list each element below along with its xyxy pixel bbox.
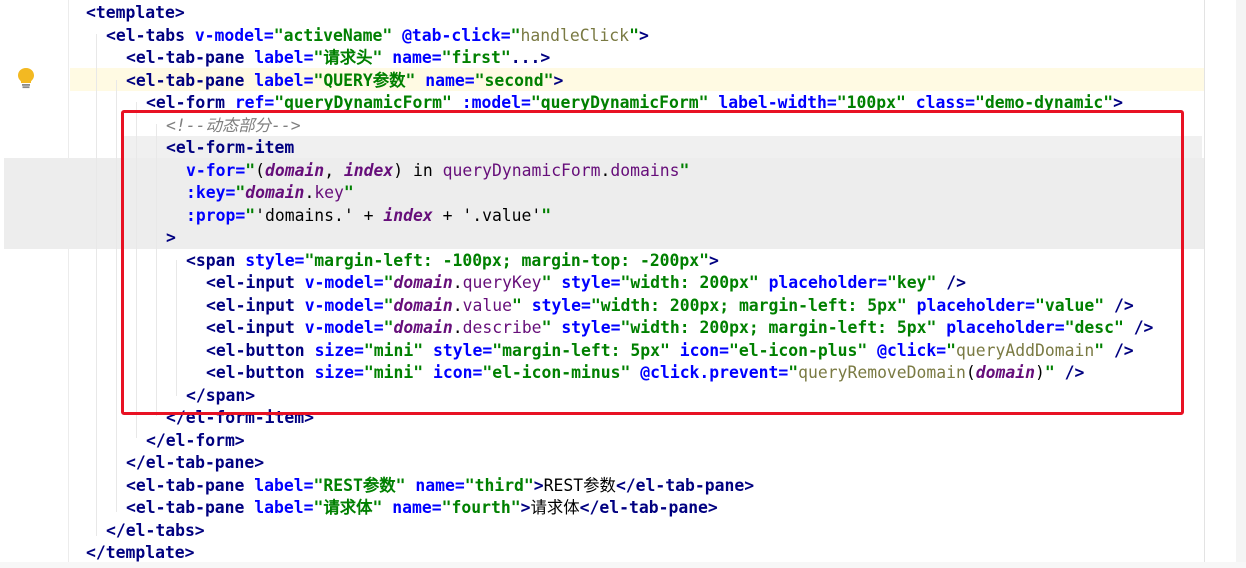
editor-scrollbar[interactable] bbox=[1236, 0, 1246, 568]
code-line[interactable]: <el-tab-pane label="REST参数" name="third"… bbox=[126, 475, 754, 498]
code-token: name= bbox=[425, 70, 475, 90]
code-token: </el-tab-pane> bbox=[615, 475, 755, 495]
code-token: " bbox=[510, 25, 521, 45]
code-token: "first" bbox=[441, 48, 511, 67]
code-token: "third" bbox=[464, 475, 534, 495]
code-token: > bbox=[638, 25, 649, 45]
code-token: "second" bbox=[474, 70, 554, 90]
code-token: label= bbox=[254, 475, 314, 495]
highlight-box bbox=[121, 110, 1184, 415]
code-token: name= bbox=[415, 475, 465, 495]
code-token: ...> bbox=[510, 48, 551, 67]
fold-guide bbox=[68, 0, 69, 568]
indent-guide bbox=[96, 34, 97, 536]
code-line[interactable]: <el-tab-pane label="请求体" name="fourth">请… bbox=[126, 497, 718, 520]
code-token: <el-tabs bbox=[106, 25, 195, 45]
code-token: "activeName" bbox=[273, 25, 403, 45]
code-token: handleClick bbox=[520, 25, 630, 45]
code-line[interactable]: <el-tab-pane label="QUERY参数" name="secon… bbox=[126, 70, 563, 93]
code-line[interactable]: </el-tab-pane> bbox=[126, 452, 264, 475]
code-line[interactable]: <template> bbox=[86, 2, 185, 25]
code-token: </el-form> bbox=[146, 430, 245, 450]
code-token: " bbox=[629, 25, 639, 45]
code-token: "请求体" bbox=[313, 498, 393, 517]
code-token: </el-tabs> bbox=[106, 520, 205, 540]
code-line[interactable]: </el-form> bbox=[146, 430, 245, 453]
code-token: > bbox=[553, 70, 564, 90]
horizontal-scrollbar[interactable] bbox=[0, 562, 1246, 568]
code-token: > bbox=[174, 3, 185, 22]
code-token: "fourth" bbox=[441, 498, 521, 517]
code-token: REST参数 bbox=[543, 475, 616, 495]
code-token: > bbox=[520, 498, 531, 517]
code-token: label= bbox=[254, 70, 314, 90]
code-line[interactable]: <el-tabs v-model="activeName" @tab-click… bbox=[106, 25, 649, 48]
code-token: <el-tab-pane bbox=[126, 48, 255, 67]
lightbulb-icon[interactable] bbox=[16, 67, 36, 89]
code-token: "QUERY参数" bbox=[313, 70, 426, 90]
code-token: label= bbox=[254, 498, 314, 517]
code-token: </template> bbox=[86, 543, 195, 562]
code-token: "REST参数" bbox=[313, 475, 416, 495]
code-line[interactable]: <el-tab-pane label="请求头" name="first"...… bbox=[126, 47, 550, 70]
code-token: </el-tab-pane> bbox=[579, 498, 718, 517]
code-line[interactable]: </el-tabs> bbox=[106, 520, 205, 543]
code-token: label= bbox=[254, 48, 314, 67]
code-token: <template bbox=[86, 3, 175, 22]
code-token: name= bbox=[392, 48, 442, 67]
code-token: </el-tab-pane> bbox=[126, 453, 265, 472]
code-token: name= bbox=[392, 498, 442, 517]
code-token: <el-tab-pane bbox=[126, 475, 255, 495]
code-token: @tab-click= bbox=[402, 25, 511, 45]
code-token: v-model= bbox=[194, 25, 274, 45]
code-token: <el-tab-pane bbox=[126, 498, 255, 517]
indent-guide bbox=[116, 80, 117, 512]
code-token: <el-tab-pane bbox=[126, 70, 255, 90]
code-token: > bbox=[533, 475, 544, 495]
code-token: 请求体 bbox=[530, 498, 580, 517]
right-margin-guide bbox=[1204, 0, 1205, 568]
code-token: "请求头" bbox=[313, 48, 393, 67]
